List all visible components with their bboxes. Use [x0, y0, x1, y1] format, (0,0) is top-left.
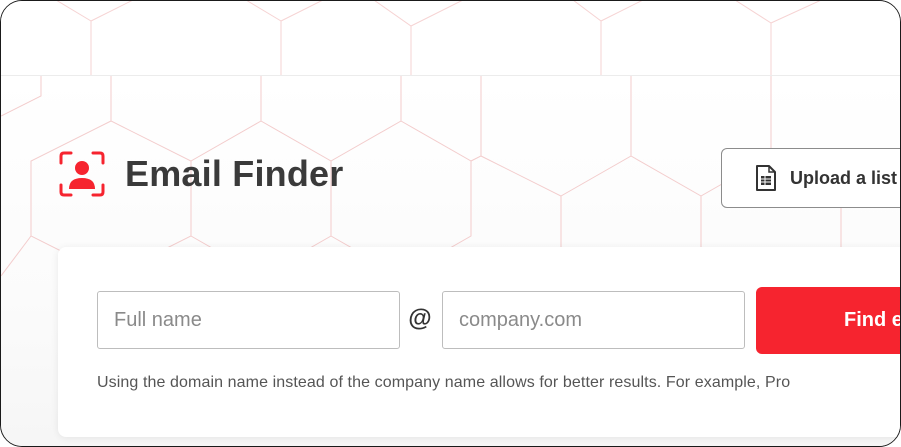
search-card: @ Find e Using the domain name instead o…	[58, 247, 900, 437]
page-title: Email Finder	[125, 153, 344, 194]
full-name-input[interactable]	[97, 291, 400, 349]
find-email-button[interactable]: Find e	[756, 287, 900, 354]
user-search-icon	[59, 151, 105, 197]
helper-text: Using the domain name instead of the com…	[97, 374, 791, 391]
upload-list-label: Upload a list	[790, 167, 898, 188]
at-symbol: @	[408, 305, 432, 332]
top-banner	[1, 1, 900, 76]
company-domain-input[interactable]	[442, 291, 745, 349]
app-window: Email Finder Upload a list @ Find e Usin…	[0, 0, 901, 447]
file-list-icon	[756, 165, 776, 191]
hexagon-pattern-top	[56, 1, 821, 75]
title-row: Email Finder	[59, 151, 343, 197]
upload-list-button[interactable]: Upload a list	[721, 148, 900, 208]
